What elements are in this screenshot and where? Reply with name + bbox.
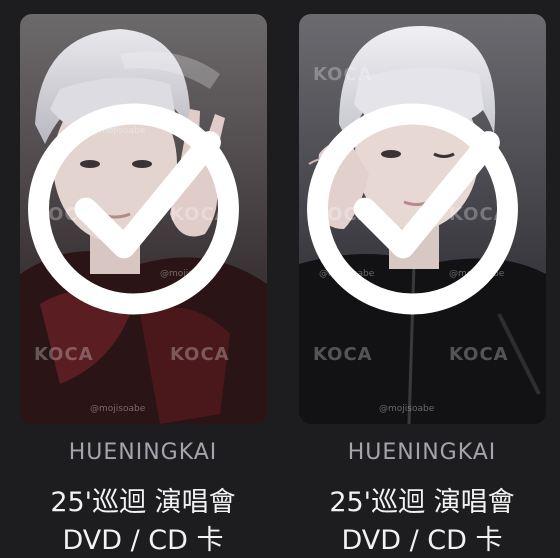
- check-circle-icon[interactable]: [20, 14, 257, 414]
- card-title-line1: 25'巡迴 演唱會: [329, 487, 515, 518]
- member-name: HUENINGKAI: [347, 440, 497, 465]
- card-title-line1: 25'巡迴 演唱會: [50, 487, 236, 518]
- member-name: HUENINGKAI: [68, 440, 218, 465]
- photocard-image-1[interactable]: KOCA KOCA KOCA KOCA @mojisoabe @mojisoab…: [20, 14, 267, 424]
- card-title-line2: DVD / CD 卡: [341, 525, 503, 556]
- photocard-2[interactable]: KOCA KOCA KOCA KOCA KOCA @mojisoabe @moj…: [287, 0, 557, 558]
- card-title-line2: DVD / CD 卡: [62, 525, 224, 556]
- photocard-1[interactable]: KOCA KOCA KOCA KOCA @mojisoabe @mojisoab…: [8, 0, 278, 558]
- check-circle-icon[interactable]: [299, 14, 536, 414]
- photocard-image-2[interactable]: KOCA KOCA KOCA KOCA KOCA @mojisoabe @moj…: [299, 14, 546, 424]
